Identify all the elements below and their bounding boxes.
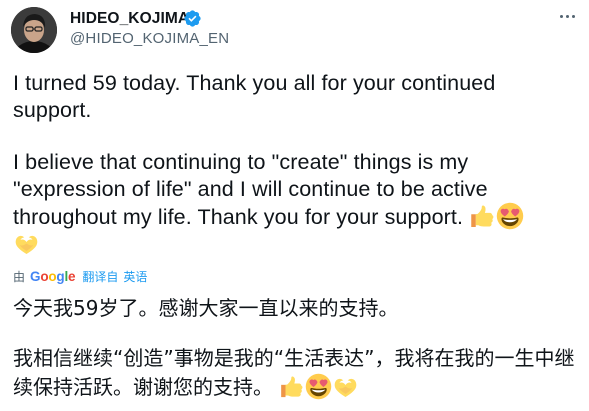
more-options-icon[interactable] <box>553 6 581 26</box>
tweet-header: HIDEO_KOJIMA @HIDEO_KOJIMA_EN <box>0 0 589 62</box>
translated-by-prefix: 由 <box>13 269 26 284</box>
user-handle[interactable]: @HIDEO_KOJIMA_EN <box>70 30 229 48</box>
source-language: 英语 <box>123 269 148 284</box>
avatar-image <box>11 7 57 53</box>
heart-hands-emoji-icon <box>15 235 38 254</box>
translated-paragraph: 我相信继续“创造”事物是我的“生活表达”，我将在我的一生中继续保持活跃。谢谢您的… <box>13 346 575 400</box>
google-logo: Google <box>30 268 76 284</box>
translated-from-link[interactable]: 翻译自 英语 <box>82 268 147 285</box>
tweet-text: I turned 59 today. Thank you all for you… <box>13 70 578 257</box>
verified-badge-icon <box>184 10 201 27</box>
thumbs-up-emoji-icon <box>471 205 494 227</box>
avatar[interactable] <box>11 7 57 53</box>
tweet-paragraph: I believe that continuing to "create" th… <box>13 149 578 257</box>
heart-hands-emoji-icon <box>335 378 357 397</box>
translated-paragraph: 今天我59岁了。感谢大家一直以来的支持。 <box>13 296 399 320</box>
translated-text: 今天我59岁了。感谢大家一直以来的支持。 我相信继续“创造”事物是我的“生活表达… <box>13 294 578 402</box>
heart-eyes-emoji-icon <box>496 202 524 230</box>
thumbs-up-emoji-icon <box>281 376 303 398</box>
display-name[interactable]: HIDEO_KOJIMA <box>70 10 189 28</box>
heart-eyes-emoji-icon <box>306 373 332 400</box>
translation-attribution: 由 Google 翻译自 英语 <box>13 266 147 286</box>
tweet-paragraph: I turned 59 today. Thank you all for you… <box>13 71 496 122</box>
